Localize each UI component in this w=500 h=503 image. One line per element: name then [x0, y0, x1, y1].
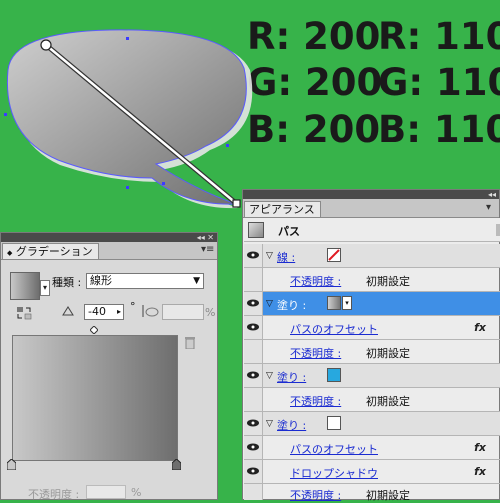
opacity-link[interactable]: 不透明度 :: [290, 345, 341, 361]
fx-icon[interactable]: fx: [474, 321, 486, 334]
scrollbar-up[interactable]: [496, 224, 500, 236]
opacity-value: 初期設定: [366, 395, 410, 408]
trash-icon[interactable]: [185, 337, 195, 350]
gradient-tab-row: ◆ グラデーション ▾≡: [1, 242, 217, 260]
opacity-value: 初期設定: [366, 347, 410, 360]
offset-path-row-2[interactable]: パスのオフセット fx: [244, 436, 500, 460]
angle-input[interactable]: -40 ▸: [84, 304, 124, 320]
fill-label[interactable]: 塗り :: [277, 417, 306, 433]
swatch-dropdown-icon[interactable]: ▾: [40, 280, 50, 296]
fill-white-swatch[interactable]: [327, 416, 341, 430]
panel-menu-icon[interactable]: ▾≡: [201, 245, 214, 255]
stroke-row[interactable]: ▽ 線 :: [244, 244, 500, 268]
gradient-stop-start[interactable]: [6, 458, 17, 471]
chevron-down-icon: ▼: [193, 276, 200, 286]
appearance-tab-row: アピアランス ▾: [243, 199, 499, 218]
appearance-menu-icon[interactable]: ▾: [486, 203, 498, 213]
eye-icon: [247, 299, 259, 307]
row-gutter: [244, 340, 263, 363]
stroke-label[interactable]: 線 :: [277, 249, 295, 265]
gradient-type-value: 線形: [90, 274, 112, 287]
type-label: 種類 :: [52, 276, 82, 289]
fx-icon[interactable]: fx: [474, 465, 486, 478]
stroke-none-swatch[interactable]: [327, 248, 341, 262]
offset-path-row-1[interactable]: パスのオフセット fx: [244, 316, 500, 340]
fill-label[interactable]: 塗り :: [277, 297, 306, 313]
visibility-toggle[interactable]: [244, 412, 263, 435]
fill-gradient-row[interactable]: ▽ 塗り : ▾: [244, 292, 500, 316]
aspect-ratio-input[interactable]: [162, 304, 204, 320]
gradient-preview-bar[interactable]: [12, 335, 178, 461]
visibility-toggle[interactable]: [244, 316, 263, 339]
fill-label[interactable]: 塗り :: [277, 369, 306, 385]
expand-triangle-icon[interactable]: ▽: [266, 371, 273, 381]
tab-appearance[interactable]: アピアランス: [244, 201, 321, 217]
eye-icon: [247, 371, 259, 379]
visibility-toggle[interactable]: [244, 244, 263, 267]
drop-shadow-link[interactable]: ドロップシャドウ: [290, 465, 378, 481]
expand-triangle-icon[interactable]: ▽: [266, 299, 273, 309]
gradient-stop-end[interactable]: [171, 458, 182, 471]
tab-gradient[interactable]: ◆ グラデーション: [2, 243, 99, 259]
row-gutter: [244, 388, 263, 411]
opacity-link[interactable]: 不透明度 :: [290, 393, 341, 409]
collapse-close-icons[interactable]: ◂◂ ✕: [197, 233, 214, 242]
eye-icon: [247, 443, 259, 451]
angle-icon: [62, 306, 74, 316]
tab-appearance-label: アピアランス: [249, 203, 315, 216]
fill-opacity-row[interactable]: 不透明度 : 初期設定: [244, 340, 500, 364]
offset-path-link[interactable]: パスのオフセット: [290, 321, 378, 337]
expand-triangle-icon[interactable]: ▽: [266, 419, 273, 429]
opacity-value: 初期設定: [366, 489, 410, 502]
midpoint-diamond[interactable]: [89, 324, 99, 335]
fill-cyan-row[interactable]: ▽ 塗り :: [244, 364, 500, 388]
opacity-link[interactable]: 不透明度 :: [290, 487, 341, 503]
stroke-opacity-row[interactable]: 不透明度 : 初期設定: [244, 268, 500, 292]
eye-icon: [247, 251, 259, 259]
angle-dropdown-icon[interactable]: ▸: [117, 305, 121, 319]
gradient-type-select[interactable]: 線形 ▼: [86, 273, 204, 289]
gradient-swatch[interactable]: [10, 272, 40, 300]
gradient-panel-titlebar[interactable]: ◂◂ ✕: [1, 233, 217, 242]
eye-icon: [247, 323, 259, 331]
row-gutter: [244, 268, 263, 291]
path-thumbnail-icon: [248, 222, 264, 238]
visibility-toggle[interactable]: [244, 364, 263, 387]
tab-arrows-icon: ◆: [7, 249, 13, 257]
percent-unit-2: %: [131, 486, 142, 499]
fx-icon[interactable]: fx: [474, 441, 486, 454]
header-label: パス: [278, 225, 300, 238]
eye-icon: [247, 419, 259, 427]
angle-value: -40: [88, 305, 106, 318]
row-gutter: [244, 484, 263, 500]
appearance-header-row: パス: [244, 218, 500, 242]
fill-swatch-dropdown-icon[interactable]: ▾: [342, 296, 352, 310]
reverse-gradient-icon[interactable]: [16, 305, 32, 321]
percent-unit-1: %: [205, 306, 216, 319]
collapse-icon[interactable]: ◂◂: [488, 190, 496, 199]
degree-unit: °: [130, 300, 136, 313]
fill-cyan-swatch[interactable]: [327, 368, 341, 382]
fill-white-opacity-row[interactable]: 不透明度 : 初期設定: [244, 484, 500, 503]
fill-gradient-swatch[interactable]: [327, 296, 341, 310]
appearance-panel-titlebar[interactable]: ◂◂: [243, 190, 499, 199]
offset-path-link[interactable]: パスのオフセット: [290, 441, 378, 457]
expand-triangle-icon[interactable]: ▽: [266, 251, 273, 261]
fill-white-row[interactable]: ▽ 塗り :: [244, 412, 500, 436]
visibility-toggle[interactable]: [244, 460, 263, 483]
opacity-link[interactable]: 不透明度 :: [290, 273, 341, 289]
opacity-input[interactable]: [86, 485, 126, 499]
visibility-toggle[interactable]: [244, 292, 263, 315]
opacity-value: 初期設定: [366, 275, 410, 288]
tab-gradient-label: グラデーション: [15, 245, 93, 258]
visibility-toggle[interactable]: [244, 436, 263, 459]
aspect-ratio-icon: [141, 304, 159, 318]
drop-shadow-row[interactable]: ドロップシャドウ fx: [244, 460, 500, 484]
eye-icon: [247, 467, 259, 475]
fill-cyan-opacity-row[interactable]: 不透明度 : 初期設定: [244, 388, 500, 412]
